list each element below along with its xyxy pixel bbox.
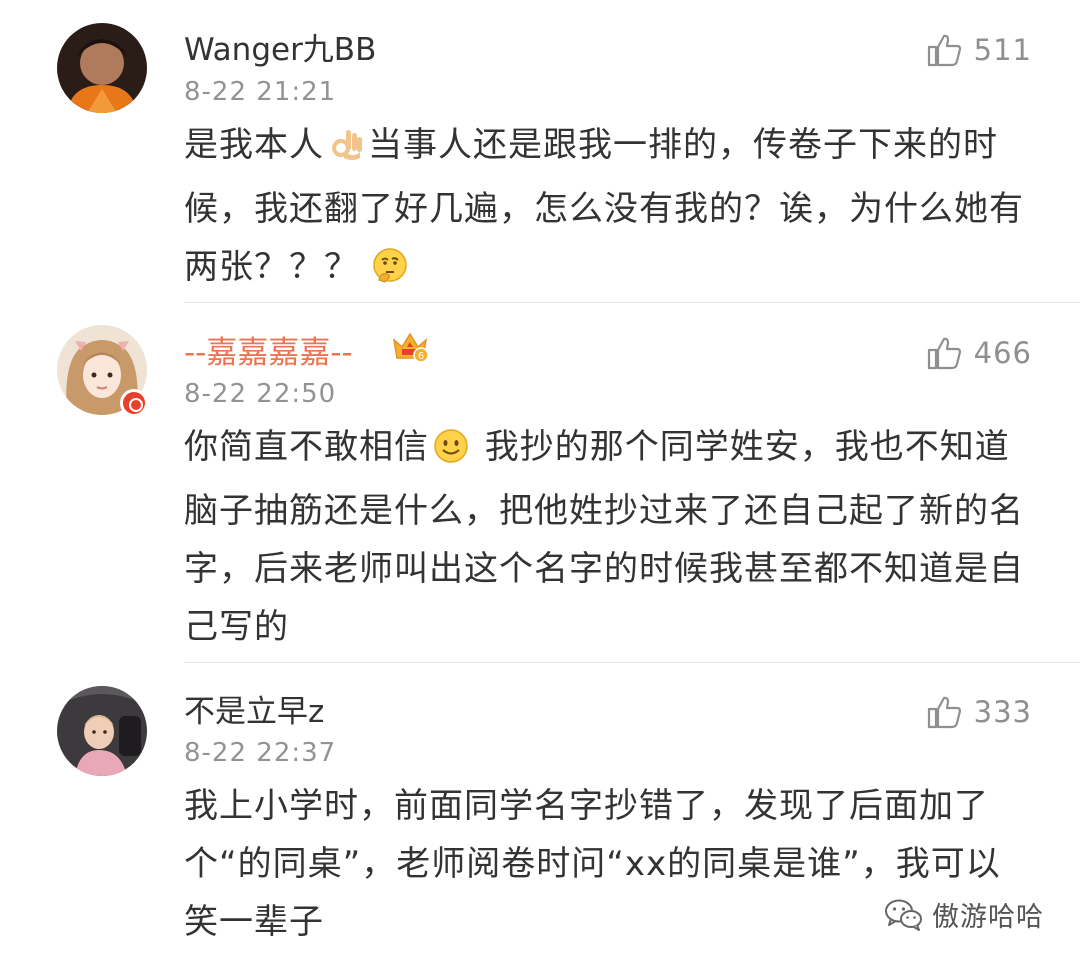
thumbs-up-icon [927,337,961,370]
like-count: 333 [973,695,1032,729]
like-count: 511 [973,33,1032,67]
verified-badge [120,389,148,417]
vip-crown-icon: 6 [392,332,429,363]
vip-level: 6 [418,351,424,362]
smiling-face-emoji [433,424,469,482]
divider [184,662,1080,663]
thinking-face-emoji [371,244,409,302]
watermark: 傲游哈哈 [884,895,1044,934]
username[interactable]: --嘉嘉嘉嘉-- [184,333,353,373]
wechat-icon [885,899,922,931]
comment-text-part: 你简直不敢相信 [184,427,429,467]
like-button[interactable]: 466 [926,333,1032,373]
timestamp: 8-22 22:50 [184,379,337,409]
divider [184,302,1080,303]
avatar[interactable] [57,23,147,113]
timestamp: 8-22 21:21 [184,77,337,107]
thumbs-up-icon [927,34,961,67]
like-button[interactable]: 333 [926,692,1032,732]
watermark-text: 傲游哈哈 [932,902,1044,933]
comment-text: 你简直不敢相信 我抄的那个同学姓安，我也不知道脑子抽筋还是什么，把他姓抄过来了还… [184,418,1034,656]
username[interactable]: Wanger九BB [184,30,376,70]
comment-text: 是我本人 当事人还是跟我一排的，传卷子下来的时候，我还翻了好几遍，怎么没有我的？诶… [184,116,1034,302]
comment-text-part: 是我本人 [184,125,324,165]
like-button[interactable]: 511 [926,30,1032,70]
like-count: 466 [973,336,1032,370]
ok-hand-emoji [328,122,364,180]
avatar[interactable] [57,686,147,776]
username[interactable]: 不是立早z [184,692,324,732]
thumbs-up-icon [927,696,961,729]
timestamp: 8-22 22:37 [184,738,337,768]
